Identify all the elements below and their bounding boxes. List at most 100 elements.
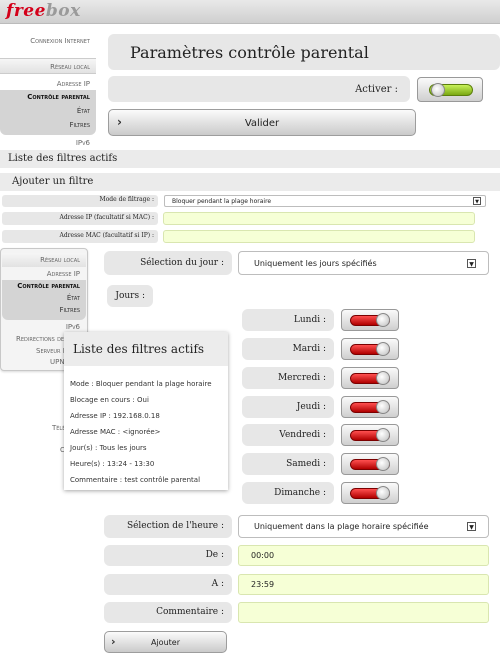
day-toggle[interactable]	[341, 338, 399, 360]
validate-button[interactable]: › Valider	[108, 109, 416, 136]
days-label: Jours :	[115, 291, 145, 301]
toggle-knob-icon	[376, 400, 390, 414]
day-label: Mercredi :	[277, 373, 326, 383]
day-label: Samedi :	[286, 459, 326, 469]
sidebar-item-reseau-local: Réseau local	[50, 63, 90, 71]
day-label-box: Dimanche :	[242, 482, 334, 504]
sidebar-item-etat[interactable]: État	[0, 107, 90, 115]
day-label: Mardi :	[292, 344, 326, 354]
dropdown-arrow-icon: ▼	[467, 259, 476, 268]
from-label: De :	[205, 550, 224, 560]
day-toggle[interactable]	[341, 367, 399, 389]
active-filters-heading: Liste des filtres actifs	[8, 153, 118, 164]
sidebar-overlay-item-filtres[interactable]: Filtres	[0, 306, 80, 314]
to-time-value: 23:59	[251, 580, 275, 589]
day-label-box: Jeudi :	[242, 396, 334, 418]
dropdown-arrow-icon: ▼	[467, 522, 476, 531]
day-toggle[interactable]	[341, 396, 399, 418]
comment-label: Commentaire :	[156, 607, 224, 617]
toggle-knob-icon	[376, 371, 390, 385]
sidebar-overlay-item-adresse-ip[interactable]: Adresse IP	[0, 270, 80, 278]
filter-detail-line: Jour(s) : Tous les jours	[70, 444, 147, 452]
day-toggle[interactable]	[341, 453, 399, 475]
ip-input[interactable]	[163, 212, 475, 225]
mac-label-box: Adresse MAC (facultatif si IP) :	[2, 230, 158, 243]
activate-toggle[interactable]	[417, 77, 483, 102]
mode-label-box: Mode de filtrage :	[2, 195, 158, 207]
filter-detail-line: Adresse MAC : <ignorée>	[70, 428, 161, 436]
top-bar: freebox	[0, 0, 500, 24]
logo-part-box: box	[45, 1, 81, 21]
page-title: Paramètres contrôle parental	[130, 43, 369, 62]
toggle-knob-icon	[376, 342, 390, 356]
page-header: Paramètres contrôle parental	[108, 34, 500, 70]
time-selection-label-box: Sélection de l'heure :	[104, 515, 232, 538]
logo-part-free: free	[6, 1, 46, 21]
to-time-input[interactable]: 23:59	[238, 574, 489, 595]
mac-input[interactable]	[163, 230, 475, 243]
day-toggle[interactable]	[341, 482, 399, 504]
sidebar-overlay-item-redirections[interactable]: Redirections de	[0, 335, 64, 343]
day-toggle[interactable]	[341, 309, 399, 331]
comment-label-box: Commentaire :	[104, 602, 232, 623]
day-toggle[interactable]	[341, 424, 399, 446]
card-title: Liste des filtres actifs	[73, 342, 205, 356]
from-time-value: 00:00	[251, 551, 275, 560]
sidebar-item-connexion-internet[interactable]: Connexion Internet	[0, 37, 90, 45]
toggle-knob-icon	[376, 486, 390, 500]
sidebar-overlay-item-reseau-local[interactable]: Réseau local	[0, 256, 80, 264]
day-label-box: Mercredi :	[242, 367, 334, 389]
filter-detail-line: Commentaire : test contrôle parental	[70, 476, 201, 484]
add-filter-section[interactable]: Ajouter un filtre	[0, 173, 500, 191]
day-selection-select[interactable]: Uniquement les jours spécifiés ▼	[238, 251, 489, 275]
sidebar-overlay-item-etat[interactable]: État	[0, 294, 80, 302]
ip-label: Adresse IP (facultatif si MAC) :	[59, 214, 155, 221]
day-label-box: Samedi :	[242, 453, 334, 475]
filter-detail-line: Adresse IP : 192.168.0.18	[70, 412, 160, 420]
add-button-label: Ajouter	[150, 638, 180, 647]
day-label-box: Vendredi :	[242, 424, 334, 446]
validate-button-label: Valider	[244, 118, 280, 129]
comment-input[interactable]	[238, 602, 489, 623]
day-label: Jeudi :	[296, 402, 326, 412]
time-selection-label: Sélection de l'heure :	[126, 521, 224, 531]
day-selection-label-box: Sélection du jour :	[104, 251, 232, 275]
active-filters-section[interactable]: Liste des filtres actifs	[0, 150, 500, 168]
day-label: Lundi :	[293, 315, 326, 325]
sidebar-section-reseau-local[interactable]: Réseau local	[0, 58, 96, 74]
day-selection-label: Sélection du jour :	[140, 258, 224, 268]
sidebar-item-filtres[interactable]: Filtres	[0, 121, 90, 129]
day-label-box: Mardi :	[242, 338, 334, 360]
activate-row: Activer :	[108, 76, 410, 102]
toggle-knob-icon	[431, 83, 445, 97]
dropdown-arrow-icon: ▼	[473, 197, 481, 205]
active-filters-card: Liste des filtres actifs Mode : Bloquer …	[64, 332, 228, 490]
filter-detail-line: Mode : Bloquer pendant la plage horaire	[70, 380, 212, 388]
sidebar-item-controle-parental[interactable]: Contrôle parental	[0, 93, 90, 101]
from-time-input[interactable]: 00:00	[238, 545, 489, 566]
freebox-logo: freebox	[6, 1, 81, 21]
from-label-box: De :	[104, 545, 232, 566]
sidebar-item-adresse-ip[interactable]: Adresse IP	[0, 80, 90, 88]
day-label-box: Lundi :	[242, 309, 334, 331]
ip-label-box: Adresse IP (facultatif si MAC) :	[2, 212, 158, 225]
mac-label: Adresse MAC (facultatif si IP) :	[59, 232, 155, 239]
sidebar-item-ipv6[interactable]: IPv6	[0, 139, 90, 147]
filter-detail-line: Heure(s) : 13:24 - 13:30	[70, 460, 155, 468]
sidebar-overlay-item-controle-parental[interactable]: Contrôle parental	[0, 282, 80, 290]
sidebar-overlay-item-ipv6[interactable]: IPv6	[0, 323, 80, 331]
to-label: A :	[211, 579, 224, 589]
toggle-knob-icon	[376, 457, 390, 471]
activate-label: Activer :	[355, 84, 398, 95]
mode-select[interactable]: Bloquer pendant la plage horaire ▼	[164, 195, 486, 207]
day-label: Vendredi :	[279, 430, 326, 440]
day-selection-value: Uniquement les jours spécifiés	[254, 259, 377, 268]
time-selection-value: Uniquement dans la plage horaire spécifi…	[254, 522, 429, 531]
mode-label: Mode de filtrage :	[99, 196, 154, 203]
to-label-box: A :	[104, 574, 232, 595]
toggle-knob-icon	[376, 313, 390, 327]
add-button[interactable]: › Ajouter	[104, 631, 227, 653]
toggle-knob-icon	[376, 428, 390, 442]
time-selection-select[interactable]: Uniquement dans la plage horaire spécifi…	[238, 515, 489, 538]
filter-detail-line: Blocage en cours : Oui	[70, 396, 149, 404]
